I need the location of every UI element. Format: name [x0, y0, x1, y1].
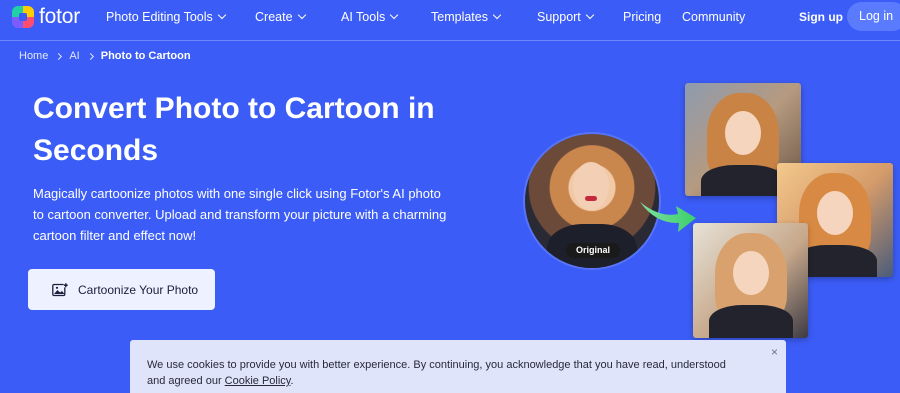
chevron-down-icon — [297, 10, 306, 20]
chevron-down-icon — [492, 10, 502, 20]
nav-pricing[interactable]: Pricing — [623, 10, 661, 24]
nav-community[interactable]: Community — [682, 10, 745, 24]
arrow-right-icon — [640, 202, 696, 232]
breadcrumb: Home AI Photo to Cartoon — [19, 50, 191, 62]
lips-shape — [585, 196, 597, 201]
chevron-down-icon — [217, 10, 227, 20]
body-shape — [701, 165, 785, 196]
face-shape — [725, 111, 761, 155]
close-icon[interactable]: × — [771, 344, 778, 360]
cookie-policy-link[interactable]: Cookie Policy — [225, 375, 291, 387]
face-shape — [573, 162, 609, 210]
cartoonize-your-photo-button[interactable]: Cartoonize Your Photo — [28, 269, 215, 310]
logo-text: fotor — [39, 5, 81, 28]
body-shape — [709, 305, 793, 338]
cookie-suffix: . — [290, 375, 294, 387]
nav-item-label: Support — [537, 10, 581, 24]
nav-item-label: AI Tools — [341, 10, 386, 24]
nav-templates[interactable]: Templates — [431, 10, 502, 24]
breadcrumb-ai[interactable]: AI — [69, 50, 79, 62]
fotor-logo-icon — [12, 6, 34, 28]
cta-label: Cartoonize Your Photo — [78, 282, 199, 297]
chevron-down-icon — [390, 10, 399, 20]
cookie-banner: We use cookies to provide you with bette… — [130, 340, 786, 393]
chevron-right-icon — [86, 52, 94, 60]
nav-item-label: Pricing — [623, 10, 662, 24]
nav-item-label: Create — [255, 10, 293, 24]
nav-create[interactable]: Create — [255, 10, 306, 24]
top-navbar: fotor Photo Editing Tools Create AI Tool… — [0, 0, 900, 34]
original-badge: Original — [566, 243, 620, 258]
breadcrumb-home[interactable]: Home — [19, 50, 48, 62]
page-title: Convert Photo to Cartoon in Seconds — [33, 92, 435, 167]
nav-photo-editing-tools[interactable]: Photo Editing Tools — [106, 10, 227, 24]
chevron-right-icon — [55, 52, 63, 60]
nav-item-label: Photo Editing Tools — [106, 10, 213, 24]
image-add-icon — [52, 282, 68, 296]
chevron-down-icon — [585, 10, 595, 20]
fotor-logo[interactable]: fotor — [12, 6, 80, 28]
nav-divider — [0, 40, 900, 41]
nav-item-label: Community — [682, 10, 746, 24]
cartoon-result-3 — [693, 223, 808, 338]
login-button[interactable]: Log in — [847, 2, 900, 31]
nav-ai-tools[interactable]: AI Tools — [341, 10, 399, 24]
signup-link[interactable]: Sign up — [799, 10, 843, 24]
nav-item-label: Templates — [431, 10, 488, 24]
nav-support[interactable]: Support — [537, 10, 595, 24]
face-shape — [733, 251, 769, 295]
breadcrumb-current: Photo to Cartoon — [100, 50, 191, 62]
face-shape — [817, 191, 853, 235]
hero-description: Magically cartoonize photos with one sin… — [33, 186, 447, 243]
